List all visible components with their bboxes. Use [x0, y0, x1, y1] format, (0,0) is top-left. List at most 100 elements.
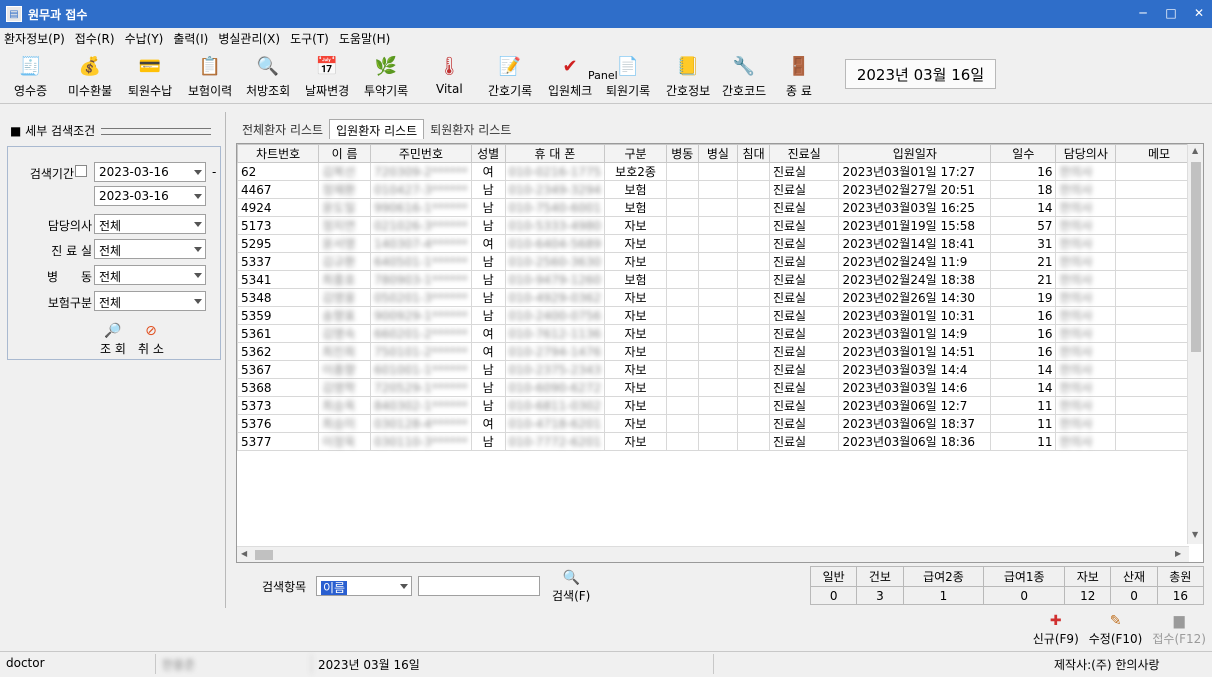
admission-check-button[interactable]: ✔ 입원체크 [548, 50, 592, 100]
column-header[interactable]: 성별 [470, 144, 506, 163]
minimize-icon[interactable]: ─ [1136, 6, 1150, 20]
table-cell: 140307-4****** [370, 234, 472, 253]
column-header[interactable]: 침대 [737, 144, 770, 163]
table-row[interactable]: 4467 정재환 010427-3****** 남 010-2349-3294 보험 진료실… [237, 180, 1203, 199]
period-checkbox[interactable] [75, 165, 87, 177]
medication-record-button[interactable]: 🌿 투약기록 [364, 50, 408, 100]
insurance-select[interactable]: 전체 [94, 291, 206, 311]
horizontal-scroll-thumb[interactable] [255, 550, 273, 560]
discharge-payment-button[interactable]: 💳 퇴원수납 [128, 50, 172, 100]
table-row[interactable]: 5376 최승미 030128-4****** 여 010-4718-6201 자보 진료실… [237, 414, 1203, 433]
menu-patient[interactable]: 환자정보(P) [4, 30, 65, 47]
new-button[interactable]: ✚ 신규(F9) [1033, 612, 1079, 648]
vertical-scrollbar[interactable]: ▲ ▼ [1187, 144, 1203, 544]
date-to-field[interactable]: 2023-03-16 [94, 186, 206, 206]
menu-payment[interactable]: 수납(Y) [125, 30, 164, 47]
menu-tools[interactable]: 도구(T) [290, 30, 329, 47]
search-conditions-box: 검색기간 2023-03-16 - 2023-03-16 담당의사 전체 진 료… [7, 146, 221, 360]
column-header[interactable]: 일수 [990, 144, 1057, 163]
prescription-search-button[interactable]: 🔍 처방조회 [246, 50, 290, 100]
table-row[interactable]: 5337 김규환 640501-1****** 남 010-2560-3630 자보 진료실… [237, 252, 1203, 271]
table-row[interactable]: 62 김복선 720309-2****** 여 010-0216-1775 보호2종 진료실… [237, 162, 1203, 181]
column-header[interactable]: 병실 [697, 144, 739, 163]
table-row[interactable]: 5341 최흥호 780903-1****** 남 010-9479-1260 보험 진료실… [237, 270, 1203, 289]
count-header: 급여1종 [983, 566, 1066, 587]
menu-reception[interactable]: 접수(R) [75, 30, 115, 47]
search-button[interactable]: 🔎 조 회 [100, 323, 126, 357]
table-row[interactable]: 5361 김명숙 660201-2****** 여 010-7612-1136 자보 진료실… [237, 324, 1203, 343]
change-date-button[interactable]: 📅 날짜변경 [305, 50, 349, 100]
table-cell [665, 432, 699, 451]
table-cell [737, 252, 770, 271]
column-header[interactable]: 담당의사 [1055, 144, 1117, 163]
column-header[interactable]: 병동 [665, 144, 699, 163]
scroll-right-icon[interactable]: ▶ [1175, 549, 1181, 558]
table-row[interactable]: 5373 최승옥 840302-1****** 남 010-6811-0302 자보 진료실… [237, 396, 1203, 415]
table-cell: 31 [990, 234, 1057, 253]
edit-button[interactable]: ✎ 수정(F10) [1089, 612, 1143, 648]
exit-button[interactable]: 🚪 종 료 [786, 50, 812, 100]
vital-button[interactable]: 🌡 Vital [436, 50, 463, 100]
horizontal-scrollbar[interactable]: ◀ ▶ [237, 546, 1189, 562]
table-cell: 한의사 [1055, 198, 1117, 217]
column-header[interactable]: 입원일자 [838, 144, 992, 163]
bottom-search-button[interactable]: 🔍 검색(F) [552, 570, 590, 604]
table-row[interactable]: 5348 김영웅 050201-3****** 남 010-4929-0362 자보 진료실… [237, 288, 1203, 307]
table-cell: 여 [470, 234, 506, 253]
table-cell: 010-6404-5689 [504, 234, 606, 253]
scroll-up-icon[interactable]: ▲ [1192, 146, 1198, 155]
cancel-button[interactable]: ⊘ 취 소 [138, 323, 164, 357]
date-from-field[interactable]: 2023-03-16 [94, 162, 206, 182]
table-row[interactable]: 5295 윤서영 140307-4****** 여 010-6404-5689 자보 진료실… [237, 234, 1203, 253]
tab-inpatients[interactable]: 입원환자 리스트 [329, 119, 425, 139]
clinic-select[interactable]: 전체 [94, 239, 206, 259]
table-row[interactable]: 5367 이종향 601001-1****** 남 010-2375-2343 자보 진료실… [237, 360, 1203, 379]
table-cell: 송향표 [318, 306, 372, 325]
column-header[interactable]: 휴 대 폰 [504, 144, 606, 163]
table-row[interactable]: 5368 김영학 720529-1****** 남 010-6090-6272 자보 진료실… [237, 378, 1203, 397]
insurance-history-button[interactable]: 📋 보험이력 [188, 50, 232, 100]
table-cell: 최흥호 [318, 270, 372, 289]
scroll-left-icon[interactable]: ◀ [241, 549, 247, 558]
column-header[interactable]: 이 름 [318, 144, 372, 163]
tab-all-patients[interactable]: 전체환자 리스트 [236, 119, 329, 139]
table-row[interactable]: 5377 이정욱 030110-3****** 남 010-7772-6201 자보 진료실… [237, 432, 1203, 451]
menu-help[interactable]: 도움말(H) [339, 30, 391, 47]
table-row[interactable]: 5359 송향표 900929-1****** 남 010-2400-0756 자보 진료실… [237, 306, 1203, 325]
tab-discharged-patients[interactable]: 퇴원환자 리스트 [424, 119, 517, 139]
table-cell: 010-0216-1775 [504, 162, 606, 181]
table-row[interactable]: 4924 윤도일 990616-1****** 남 010-7540-6001 보험 진료실… [237, 198, 1203, 217]
discharge-record-button[interactable]: 📄 퇴원기록 [606, 50, 650, 100]
search-input[interactable] [418, 576, 540, 596]
period-row: 검색기간 2023-03-16 - [8, 161, 222, 183]
table-cell: 한의사 [1055, 324, 1117, 343]
column-header[interactable]: 구분 [604, 144, 667, 163]
table-cell: 010-7772-6201 [504, 432, 606, 451]
receipt-button[interactable]: 🧾 영수증 [14, 50, 47, 100]
table-row[interactable]: 5362 최진희 750101-2****** 여 010-2794-1476 자보 진료실… [237, 342, 1203, 361]
column-header[interactable]: 차트번호 [237, 144, 320, 163]
doctor-select[interactable]: 전체 [94, 214, 206, 234]
menu-ward[interactable]: 병실관리(X) [218, 30, 280, 47]
table-cell: 진료실 [768, 360, 840, 379]
nursing-code-button[interactable]: 🔧 간호코드 [722, 50, 766, 100]
discharge-record-icon: 📄 [616, 55, 640, 77]
column-header[interactable]: 진료실 [768, 144, 840, 163]
table-cell [665, 342, 699, 361]
register-button[interactable]: ▆ 접수(F12) [1152, 612, 1206, 648]
ward-select[interactable]: 전체 [94, 265, 206, 285]
close-icon[interactable]: ✕ [1192, 6, 1206, 20]
scroll-down-icon[interactable]: ▼ [1192, 530, 1198, 539]
menu-print[interactable]: 출력(I) [173, 30, 208, 47]
refund-button[interactable]: 💰 미수환불 [68, 50, 112, 100]
nursing-record-button[interactable]: 📝 간호기록 [488, 50, 532, 100]
maximize-icon[interactable]: □ [1164, 6, 1178, 20]
table-cell: 010-9479-1260 [504, 270, 606, 289]
column-header[interactable]: 주민번호 [370, 144, 472, 163]
search-field-select[interactable]: 이름 [316, 576, 412, 596]
table-cell: 진료실 [768, 432, 840, 451]
scroll-thumb[interactable] [1191, 162, 1201, 352]
table-row[interactable]: 5173 정지연 021026-3****** 남 010-5333-4980 자보 진료실… [237, 216, 1203, 235]
nursing-info-button[interactable]: 📒 간호정보 [666, 50, 710, 100]
chevron-down-icon [194, 222, 202, 227]
